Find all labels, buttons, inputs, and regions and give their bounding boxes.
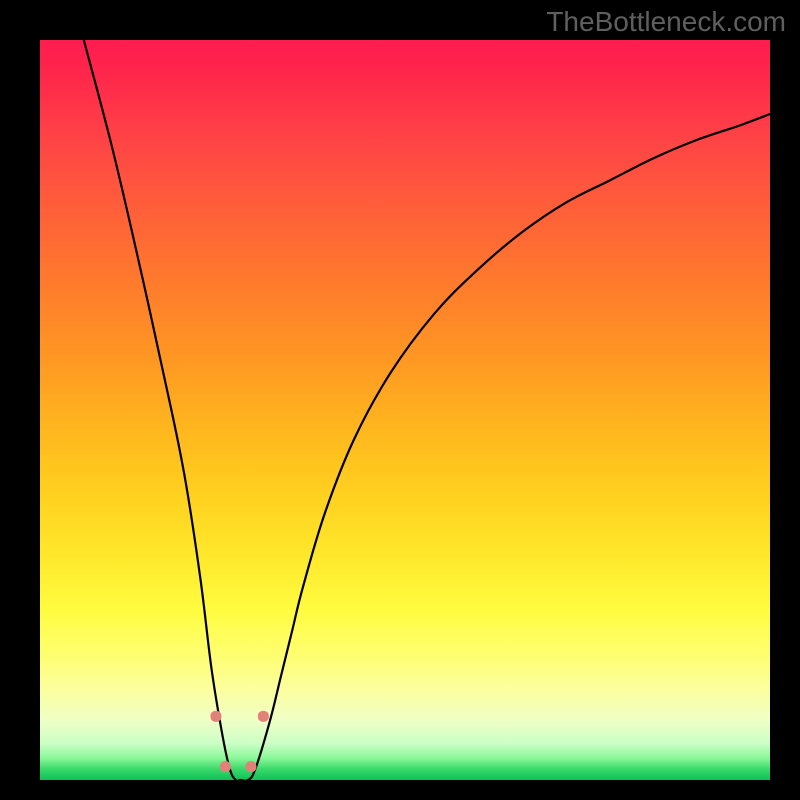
curve-layer bbox=[40, 40, 770, 780]
watermark-text: TheBottleneck.com bbox=[546, 6, 786, 38]
curve-marker bbox=[258, 711, 269, 722]
marker-layer bbox=[210, 711, 268, 772]
curve-marker bbox=[220, 761, 231, 772]
bottleneck-curve bbox=[84, 40, 770, 780]
chart-figure: TheBottleneck.com bbox=[0, 0, 800, 800]
plot-area bbox=[40, 40, 770, 780]
curve-marker bbox=[245, 761, 256, 772]
curve-marker bbox=[210, 711, 221, 722]
